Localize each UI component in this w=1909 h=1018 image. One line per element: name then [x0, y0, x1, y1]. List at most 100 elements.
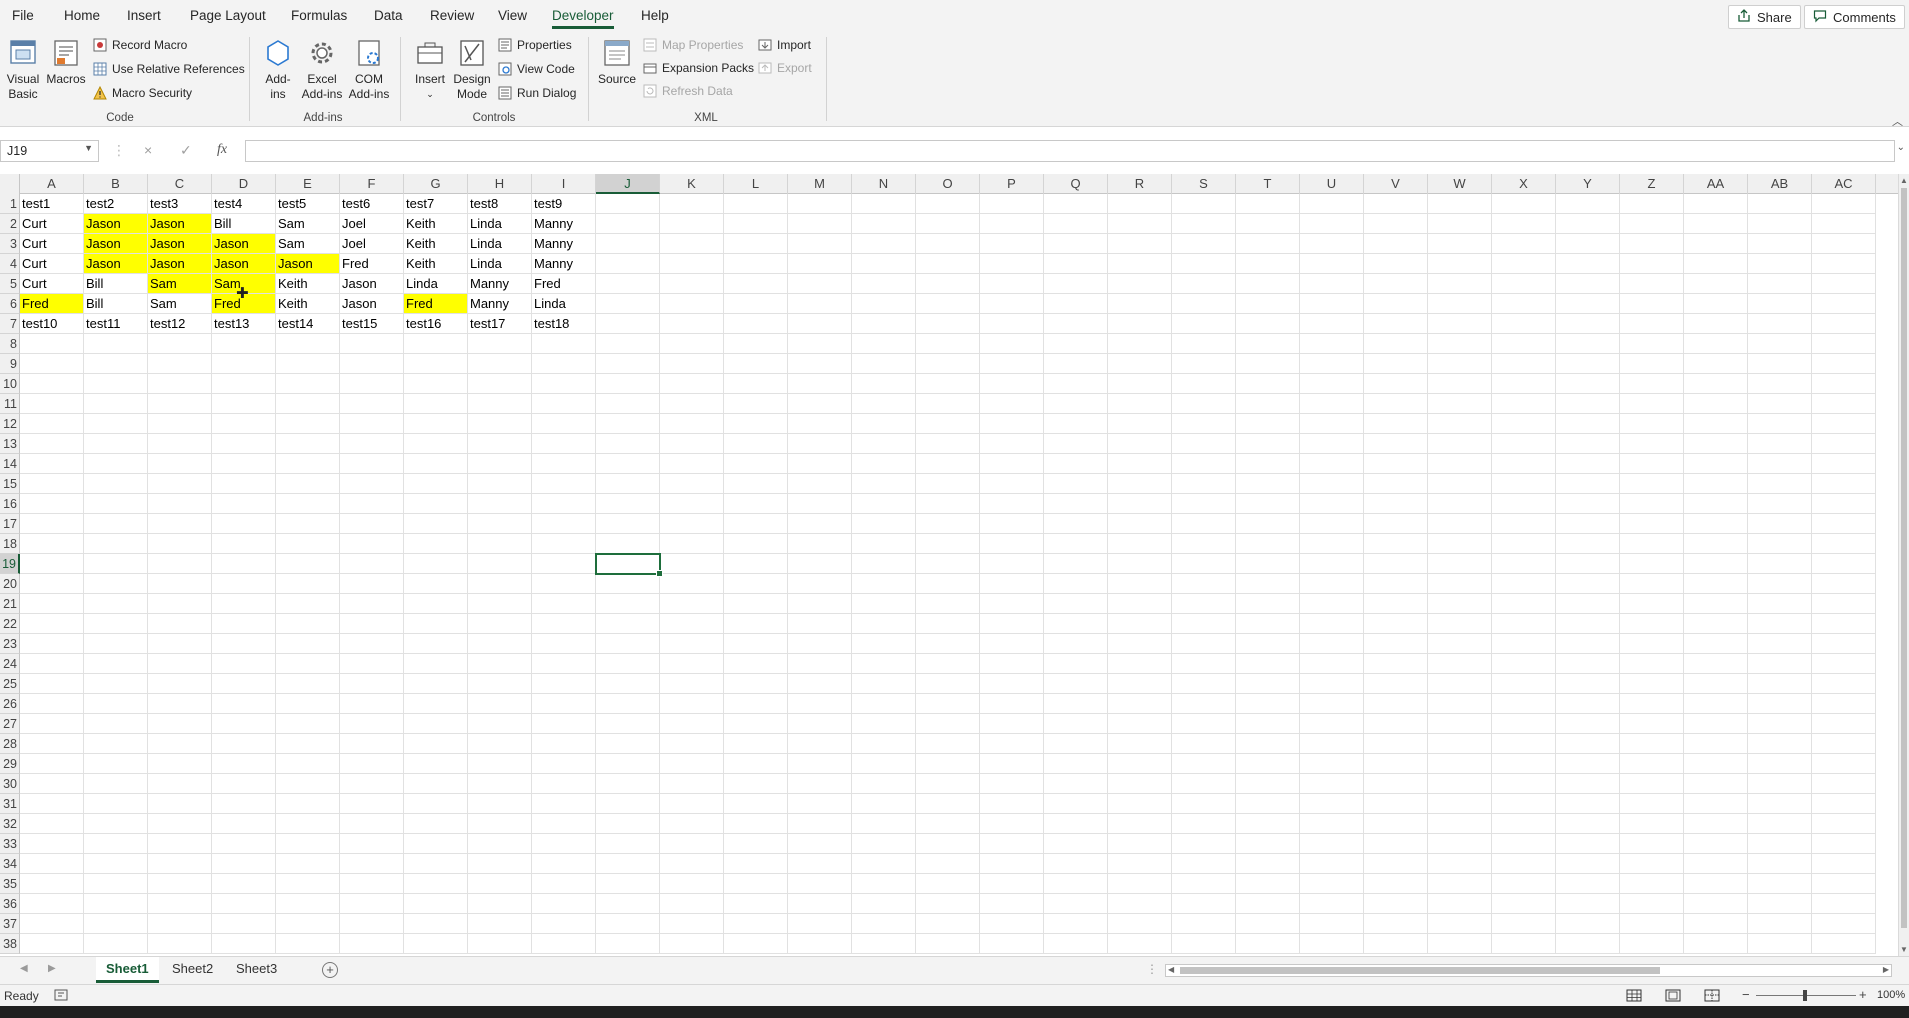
row-header-27[interactable]: 27 [0, 714, 20, 734]
cell-y10[interactable] [1556, 374, 1620, 394]
cell-h20[interactable] [468, 574, 532, 594]
cell-e7[interactable]: test14 [276, 314, 340, 334]
cell-ab10[interactable] [1748, 374, 1812, 394]
cell-c1[interactable]: test3 [148, 194, 212, 214]
cell-o28[interactable] [916, 734, 980, 754]
column-header-m[interactable]: M [788, 174, 852, 194]
cell-h5[interactable]: Manny [468, 274, 532, 294]
cell-v11[interactable] [1364, 394, 1428, 414]
cell-j25[interactable] [596, 674, 660, 694]
cell-w13[interactable] [1428, 434, 1492, 454]
row-header-1[interactable]: 1 [0, 194, 20, 214]
cell-k4[interactable] [660, 254, 724, 274]
cell-z6[interactable] [1620, 294, 1684, 314]
cell-t4[interactable] [1236, 254, 1300, 274]
cell-l11[interactable] [724, 394, 788, 414]
column-header-q[interactable]: Q [1044, 174, 1108, 194]
cell-q18[interactable] [1044, 534, 1108, 554]
cell-s17[interactable] [1172, 514, 1236, 534]
cell-b27[interactable] [84, 714, 148, 734]
cell-a12[interactable] [20, 414, 84, 434]
cell-b30[interactable] [84, 774, 148, 794]
cell-x21[interactable] [1492, 594, 1556, 614]
cell-q16[interactable] [1044, 494, 1108, 514]
cell-o9[interactable] [916, 354, 980, 374]
row-header-36[interactable]: 36 [0, 894, 20, 914]
cell-k3[interactable] [660, 234, 724, 254]
cell-j4[interactable] [596, 254, 660, 274]
cell-m16[interactable] [788, 494, 852, 514]
cell-q13[interactable] [1044, 434, 1108, 454]
cell-b25[interactable] [84, 674, 148, 694]
cell-s21[interactable] [1172, 594, 1236, 614]
cell-i11[interactable] [532, 394, 596, 414]
cell-n12[interactable] [852, 414, 916, 434]
cell-d10[interactable] [212, 374, 276, 394]
cell-t19[interactable] [1236, 554, 1300, 574]
expand-formula-bar-icon[interactable]: ⌄ [1897, 142, 1905, 153]
cell-m32[interactable] [788, 814, 852, 834]
cell-d38[interactable] [212, 934, 276, 954]
cell-e5[interactable]: Keith [276, 274, 340, 294]
cell-q23[interactable] [1044, 634, 1108, 654]
cell-x27[interactable] [1492, 714, 1556, 734]
cell-ab38[interactable] [1748, 934, 1812, 954]
cell-s18[interactable] [1172, 534, 1236, 554]
insert-function-icon[interactable]: fx [217, 142, 227, 158]
cell-w24[interactable] [1428, 654, 1492, 674]
column-header-ac[interactable]: AC [1812, 174, 1876, 194]
row-header-30[interactable]: 30 [0, 774, 20, 794]
cell-s15[interactable] [1172, 474, 1236, 494]
cell-c19[interactable] [148, 554, 212, 574]
cell-a14[interactable] [20, 454, 84, 474]
cell-e11[interactable] [276, 394, 340, 414]
cell-j27[interactable] [596, 714, 660, 734]
tab-review[interactable]: Review [430, 8, 474, 23]
cell-i6[interactable]: Linda [532, 294, 596, 314]
cell-m29[interactable] [788, 754, 852, 774]
cell-o8[interactable] [916, 334, 980, 354]
cell-a24[interactable] [20, 654, 84, 674]
cell-t33[interactable] [1236, 834, 1300, 854]
cell-c4[interactable]: Jason [148, 254, 212, 274]
cell-y16[interactable] [1556, 494, 1620, 514]
cell-y33[interactable] [1556, 834, 1620, 854]
cell-y28[interactable] [1556, 734, 1620, 754]
share-button[interactable]: Share [1728, 5, 1801, 29]
column-header-l[interactable]: L [724, 174, 788, 194]
cell-ab15[interactable] [1748, 474, 1812, 494]
cell-s36[interactable] [1172, 894, 1236, 914]
cell-n11[interactable] [852, 394, 916, 414]
cell-d26[interactable] [212, 694, 276, 714]
cell-m5[interactable] [788, 274, 852, 294]
row-header-38[interactable]: 38 [0, 934, 20, 954]
cell-l22[interactable] [724, 614, 788, 634]
cell-l38[interactable] [724, 934, 788, 954]
cell-h35[interactable] [468, 874, 532, 894]
column-header-d[interactable]: D [212, 174, 276, 194]
row-header-25[interactable]: 25 [0, 674, 20, 694]
cell-v28[interactable] [1364, 734, 1428, 754]
cell-l1[interactable] [724, 194, 788, 214]
cell-aa26[interactable] [1684, 694, 1748, 714]
cell-q38[interactable] [1044, 934, 1108, 954]
cell-i33[interactable] [532, 834, 596, 854]
cell-u29[interactable] [1300, 754, 1364, 774]
cell-a2[interactable]: Curt [20, 214, 84, 234]
cell-ac15[interactable] [1812, 474, 1876, 494]
cell-y12[interactable] [1556, 414, 1620, 434]
cell-u34[interactable] [1300, 854, 1364, 874]
cell-m3[interactable] [788, 234, 852, 254]
cell-g20[interactable] [404, 574, 468, 594]
cell-y25[interactable] [1556, 674, 1620, 694]
cell-p5[interactable] [980, 274, 1044, 294]
scroll-down-icon[interactable]: ▼ [1900, 945, 1908, 954]
row-header-6[interactable]: 6 [0, 294, 20, 314]
comments-button[interactable]: Comments [1804, 5, 1905, 29]
design-mode-button[interactable]: Design Mode [451, 37, 493, 102]
cell-j1[interactable] [596, 194, 660, 214]
cell-aa18[interactable] [1684, 534, 1748, 554]
cell-w31[interactable] [1428, 794, 1492, 814]
cell-aa24[interactable] [1684, 654, 1748, 674]
cell-a13[interactable] [20, 434, 84, 454]
